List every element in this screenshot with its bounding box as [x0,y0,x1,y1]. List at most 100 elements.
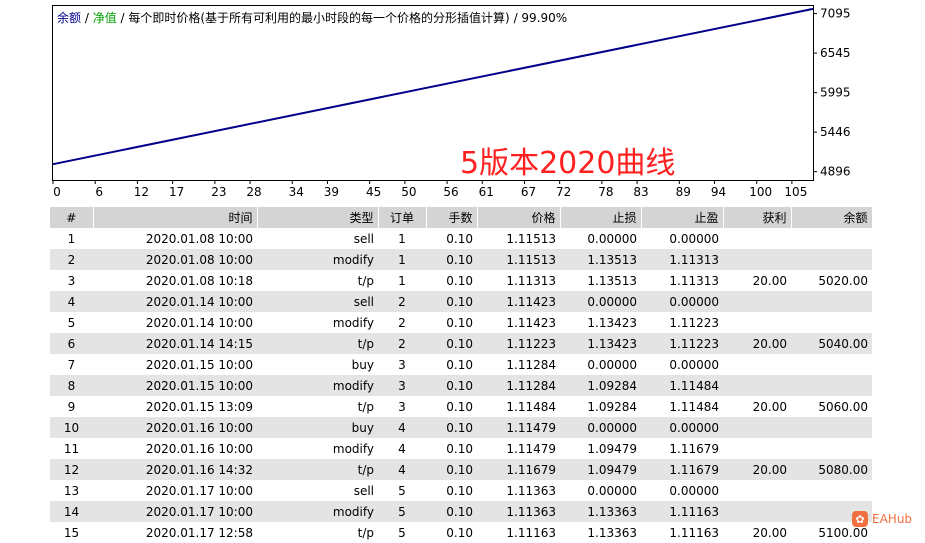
table-row[interactable]: 10 2020.01.16 10:00 buy 4 0.10 1.11479 0.00000… [50,417,872,438]
table-cell: 1.09479 [587,441,637,456]
table-cell: 0.10 [426,291,477,312]
table-cell: 1.11679 [669,441,719,456]
table-row[interactable]: 7 2020.01.15 10:00 buy 3 0.10 1.11284 0.00000 0… [50,354,872,375]
table-cell: 1.13363 [560,501,641,522]
table-cell: 2020.01.17 12:58 [145,525,253,540]
x-tick-label: 89 [676,185,691,199]
table-cell: t/p [357,525,374,540]
x-tick-label: 23 [211,185,226,199]
table-cell: t/p [357,399,374,414]
table-row[interactable]: 14 2020.01.17 10:00 modify 5 0.10 1.11363 1.13… [50,501,872,522]
table-cell: 4 [378,417,426,438]
x-tick-label: 39 [324,185,339,199]
column-header[interactable]: 止损 [560,207,642,228]
table-row[interactable]: 6 2020.01.14 14:15 t/p 2 0.10 1.11223 1.13423 1… [50,333,872,354]
column-header[interactable]: 订单 [378,207,427,228]
table-cell: 2020.01.17 10:00 [145,483,253,498]
table-cell [723,354,791,375]
column-header[interactable]: 止盈 [641,207,724,228]
table-cell: 1.13423 [560,333,641,354]
table-cell: 0.10 [446,357,473,372]
column-header[interactable]: 获利 [723,207,792,228]
table-cell: 2 [378,333,426,354]
table-row[interactable]: 13 2020.01.17 10:00 sell 5 0.10 1.11363 0.0000… [50,480,872,501]
balance-series-line [52,7,814,166]
table-row[interactable]: 9 2020.01.15 13:09 t/p 3 0.10 1.11484 1.09284 1… [50,396,872,417]
x-tick-label: 28 [246,185,261,199]
table-cell: 2020.01.15 10:00 [93,375,257,396]
table-cell: 1.11479 [477,417,560,438]
table-row[interactable]: 3 2020.01.08 10:18 t/p 1 0.10 1.11313 1.13513 1… [50,270,872,291]
eahub-logo-icon: ✿ [852,511,868,527]
table-cell: 0.00000 [560,417,641,438]
y-tick-label: 6545 [820,46,851,60]
x-tick-label: 6 [95,185,103,199]
x-tick-label: 50 [401,185,416,199]
table-cell [791,480,872,501]
table-cell: 5060.00 [818,399,868,414]
table-cell: 20.00 [752,399,787,414]
table-cell: 4 [378,459,426,480]
table-cell: 0.00000 [641,417,723,438]
table-cell [723,501,791,522]
column-header[interactable]: 余额 [791,207,873,228]
table-cell: 0.00000 [587,231,637,246]
y-tick-label: 5995 [820,86,851,100]
x-tick-label: 83 [633,185,648,199]
table-cell: 0.10 [426,249,477,270]
table-row[interactable]: 15 2020.01.17 12:58 t/p 5 0.10 1.11163 1.13363… [50,522,872,543]
column-header[interactable]: 时间 [93,207,258,228]
table-cell: 1.09284 [560,375,641,396]
table-cell: 1.11363 [477,501,560,522]
table-cell: 1.11423 [506,315,556,330]
table-cell: 5020.00 [818,273,868,288]
x-tick-label: 78 [598,185,613,199]
table-cell: 1 [398,273,406,288]
table-cell: 0.10 [446,315,473,330]
table-cell: 14 [50,501,93,522]
table-row[interactable]: 5 2020.01.14 10:00 modify 2 0.10 1.11423 1.134… [50,312,872,333]
table-cell [723,228,791,249]
y-tick-label: 4896 [820,165,851,179]
table-cell: 8 [50,375,93,396]
table-cell: 9 [67,399,76,414]
table-row[interactable]: 4 2020.01.14 10:00 sell 2 0.10 1.11423 0.00000… [50,291,872,312]
table-cell: 0.00000 [587,483,637,498]
table-cell: 1.13363 [587,525,637,540]
x-tick-label: 94 [711,185,726,199]
table-cell: 0.10 [426,375,477,396]
table-cell: 15 [63,525,80,540]
table-cell: 2020.01.17 10:00 [93,501,257,522]
table-cell: 2020.01.15 10:00 [145,357,253,372]
table-cell: 1.09479 [560,459,641,480]
logo-text: EAHub [872,512,913,526]
x-tick-label: 0 [53,185,61,199]
table-cell [723,375,791,396]
x-tick-label: 100 [749,185,772,199]
table-cell: modify [257,375,378,396]
table-cell: 1.11313 [506,273,556,288]
y-tick-label: 5446 [820,125,851,139]
table-cell: modify [332,441,374,456]
column-header[interactable]: # [50,207,94,228]
table-row[interactable]: 8 2020.01.15 10:00 modify 3 0.10 1.11284 1.092… [50,375,872,396]
table-cell: 2 [50,249,93,270]
table-row[interactable]: 12 2020.01.16 14:32 t/p 4 0.10 1.11679 1.09479… [50,459,872,480]
table-cell [723,480,791,501]
table-cell: 5 [398,525,406,540]
table-cell: 10 [50,417,93,438]
table-cell: 20.00 [752,273,787,288]
table-cell: 5 [378,501,426,522]
table-cell: 0.00000 [560,291,641,312]
table-cell [791,312,872,333]
table-cell: 0.00000 [669,231,719,246]
table-cell: 6 [50,333,93,354]
table-row[interactable]: 1 2020.01.08 10:00 sell 1 0.10 1.11513 0.00000… [50,228,872,249]
table-cell [723,417,791,438]
table-row[interactable]: 2 2020.01.08 10:00 modify 1 0.10 1.11513 1.135… [50,249,872,270]
column-header[interactable]: 类型 [257,207,379,228]
column-header[interactable]: 价格 [477,207,561,228]
column-header[interactable]: 手数 [426,207,478,228]
table-row[interactable]: 11 2020.01.16 10:00 modify 4 0.10 1.11479 1.09… [50,438,872,459]
table-cell [723,249,791,270]
